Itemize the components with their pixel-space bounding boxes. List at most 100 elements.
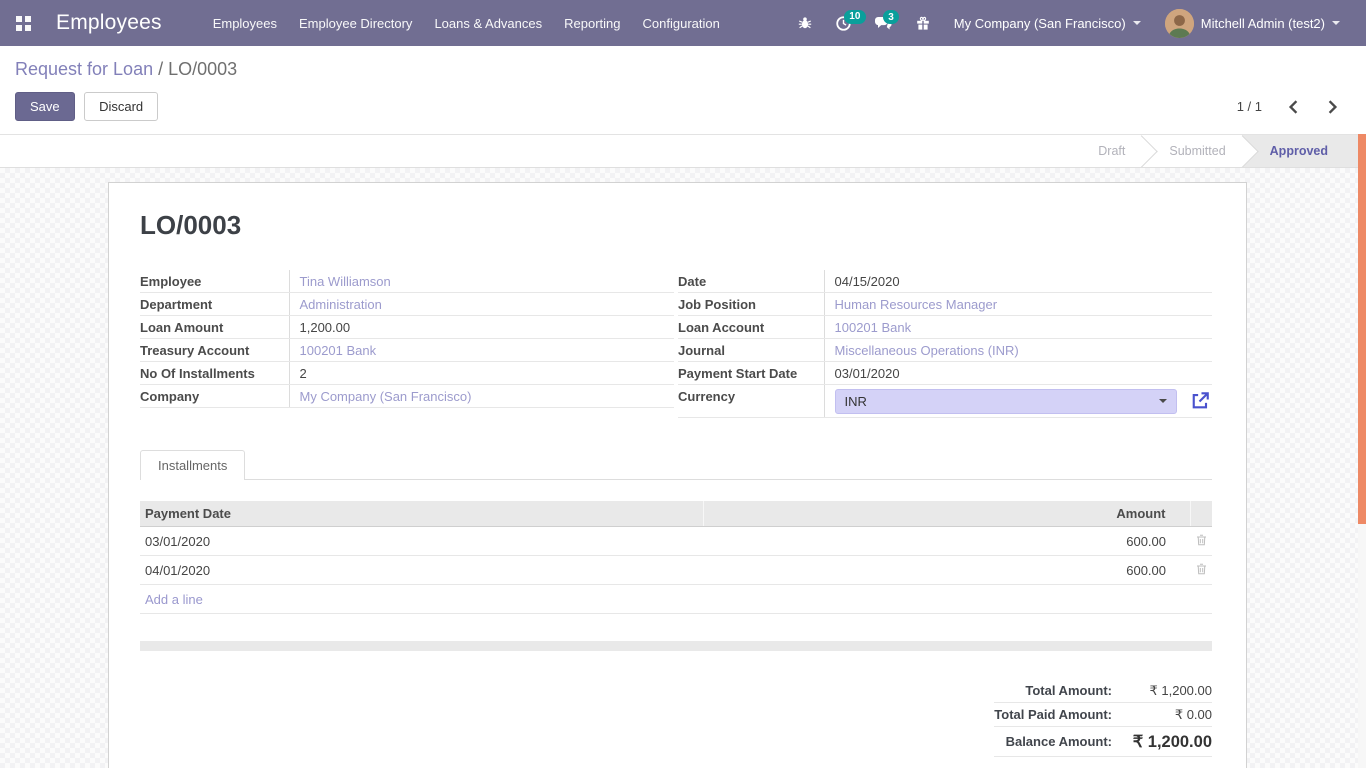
record-title: LO/0003: [140, 210, 1212, 241]
trash-icon: [1196, 563, 1207, 575]
totals-block: Total Amount: ₹ 1,200.00 Total Paid Amou…: [994, 679, 1212, 757]
field-label-payment-start-date: Payment Start Date: [678, 362, 824, 385]
bug-icon: [797, 15, 813, 31]
field-value-journal[interactable]: Miscellaneous Operations (INR): [835, 343, 1019, 358]
add-a-line-link[interactable]: Add a line: [140, 585, 1212, 614]
field-label-loan-account: Loan Account: [678, 316, 824, 339]
field-value-treasury-account[interactable]: 100201 Bank: [300, 343, 377, 358]
chevron-down-icon: [1159, 399, 1167, 407]
trash-icon: [1196, 534, 1207, 546]
vertical-scrollbar-track[interactable]: [1358, 134, 1366, 768]
menu-employee-directory[interactable]: Employee Directory: [288, 9, 423, 38]
currency-selected-value: INR: [845, 394, 867, 409]
balance-amount-value: ₹ 1,200.00: [1112, 727, 1212, 757]
pager-previous-button[interactable]: [1286, 98, 1301, 116]
form-view-background: LO/0003 Employee Tina Williamson Departm…: [0, 168, 1366, 768]
top-navbar: Employees Employees Employee Directory L…: [0, 0, 1366, 46]
installments-list: Payment Date Amount 03/01/2020 600.00 04: [140, 501, 1212, 651]
table-row[interactable]: 03/01/2020 600.00: [140, 527, 1212, 556]
total-amount-value: ₹ 1,200.00: [1112, 679, 1212, 703]
delete-row-button[interactable]: [1194, 561, 1209, 580]
pager-counter: 1 / 1: [1237, 99, 1262, 114]
save-button[interactable]: Save: [15, 92, 75, 121]
field-value-payment-start-date[interactable]: 03/01/2020: [835, 366, 900, 381]
column-header-payment-date[interactable]: Payment Date: [140, 501, 703, 527]
cell-amount[interactable]: 600.00: [703, 556, 1190, 585]
chevron-right-icon: [1327, 100, 1338, 114]
statusbar: Draft Submitted Approved: [0, 135, 1366, 168]
delete-row-button[interactable]: [1194, 532, 1209, 551]
breadcrumb-separator: /: [158, 59, 163, 79]
breadcrumb-parent-link[interactable]: Request for Loan: [15, 59, 153, 79]
total-amount-label: Total Amount:: [994, 679, 1112, 703]
menu-loans-advances[interactable]: Loans & Advances: [423, 9, 553, 38]
user-name: Mitchell Admin (test2): [1201, 16, 1325, 31]
field-value-no-of-installments[interactable]: 2: [300, 366, 307, 381]
balance-amount-label: Balance Amount:: [994, 727, 1112, 757]
cell-payment-date[interactable]: 03/01/2020: [140, 527, 703, 556]
list-spacer: [140, 614, 1212, 641]
menu-reporting[interactable]: Reporting: [553, 9, 631, 38]
control-panel: Request for Loan / LO/0003 Save Discard …: [0, 46, 1366, 135]
menu-employees[interactable]: Employees: [202, 9, 288, 38]
gift-button[interactable]: [904, 7, 942, 39]
gift-icon: [915, 15, 931, 31]
debug-button[interactable]: [786, 7, 824, 39]
field-label-journal: Journal: [678, 339, 824, 362]
form-buttons: Save Discard: [15, 92, 158, 121]
field-value-employee[interactable]: Tina Williamson: [300, 274, 391, 289]
field-value-loan-account[interactable]: 100201 Bank: [835, 320, 912, 335]
field-label-date: Date: [678, 270, 824, 293]
cell-amount[interactable]: 600.00: [703, 527, 1190, 556]
field-label-department: Department: [140, 293, 289, 316]
apps-grid-icon: [16, 16, 31, 31]
activity-menu-button[interactable]: 10: [824, 7, 863, 40]
tab-strip: Installments: [140, 449, 1212, 480]
total-paid-amount-label: Total Paid Amount:: [994, 703, 1112, 727]
vertical-scrollbar-thumb[interactable]: [1358, 134, 1366, 524]
field-value-loan-amount[interactable]: 1,200.00: [300, 320, 351, 335]
currency-select[interactable]: INR: [835, 389, 1177, 414]
external-link-icon: [1190, 391, 1210, 411]
message-count-badge: 3: [883, 10, 900, 24]
avatar: [1165, 9, 1194, 38]
cell-payment-date[interactable]: 04/01/2020: [140, 556, 703, 585]
column-header-delete: [1190, 501, 1212, 527]
field-group-right: Date 04/15/2020 Job Position Human Resou…: [678, 270, 1212, 418]
main-menu: Employees Employee Directory Loans & Adv…: [202, 9, 731, 38]
field-value-date[interactable]: 04/15/2020: [835, 274, 900, 289]
chevron-down-icon: [1332, 21, 1340, 29]
field-label-no-of-installments: No Of Installments: [140, 362, 289, 385]
chevron-left-icon: [1288, 100, 1299, 114]
field-value-department[interactable]: Administration: [300, 297, 382, 312]
apps-menu-button[interactable]: [0, 0, 46, 46]
company-switcher[interactable]: My Company (San Francisco): [942, 10, 1153, 37]
field-group-left: Employee Tina Williamson Department Admi…: [140, 270, 674, 418]
table-row[interactable]: 04/01/2020 600.00: [140, 556, 1212, 585]
tab-installments[interactable]: Installments: [140, 450, 245, 480]
status-step-draft[interactable]: Draft: [1070, 135, 1141, 167]
company-name: My Company (San Francisco): [954, 16, 1126, 31]
chevron-down-icon: [1133, 21, 1141, 29]
discard-button[interactable]: Discard: [84, 92, 158, 121]
field-value-job-position[interactable]: Human Resources Manager: [835, 297, 998, 312]
messages-menu-button[interactable]: 3: [863, 7, 904, 39]
form-sheet: LO/0003 Employee Tina Williamson Departm…: [108, 182, 1247, 768]
field-label-currency: Currency: [678, 385, 824, 418]
breadcrumb: Request for Loan / LO/0003: [15, 59, 1346, 80]
field-grid: Employee Tina Williamson Department Admi…: [140, 270, 1212, 418]
field-label-employee: Employee: [140, 270, 289, 293]
field-value-company[interactable]: My Company (San Francisco): [300, 389, 472, 404]
horizontal-scrollbar[interactable]: [140, 641, 1212, 651]
currency-external-link-button[interactable]: [1190, 391, 1210, 411]
field-label-company: Company: [140, 385, 289, 408]
field-label-job-position: Job Position: [678, 293, 824, 316]
total-paid-amount-value: ₹ 0.00: [1112, 703, 1212, 727]
breadcrumb-current: LO/0003: [168, 59, 237, 79]
column-header-amount[interactable]: Amount: [703, 501, 1190, 527]
pager-next-button[interactable]: [1325, 98, 1340, 116]
notebook: Installments Payment Date Amount 03/: [140, 449, 1212, 757]
menu-configuration[interactable]: Configuration: [632, 9, 731, 38]
app-title[interactable]: Employees: [56, 11, 162, 35]
user-menu[interactable]: Mitchell Admin (test2): [1153, 3, 1352, 44]
